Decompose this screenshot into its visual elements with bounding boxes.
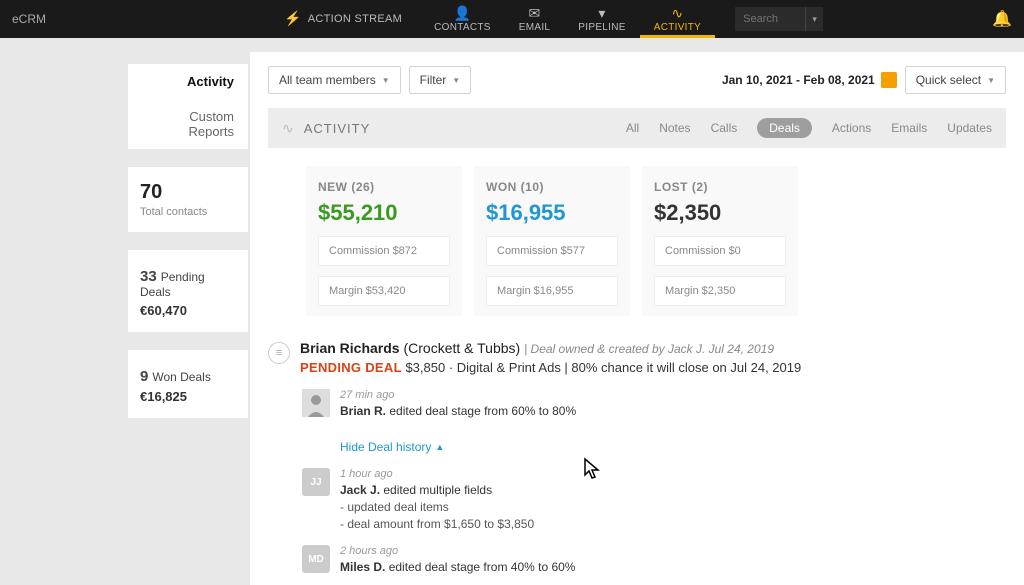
pulse-icon: ∿ — [671, 6, 683, 20]
pill-updates[interactable]: Updates — [947, 121, 992, 135]
bell-icon[interactable]: 🔔 — [992, 9, 1012, 29]
nav-contacts[interactable]: 👤 CONTACTS — [420, 0, 505, 38]
pill-emails[interactable]: Emails — [891, 121, 927, 135]
bolt-icon: ⚡ — [284, 11, 302, 25]
feed-bullet-icon: ≡ — [268, 342, 290, 364]
tab-custom-reports[interactable]: Custom Reports — [128, 99, 248, 149]
caret-icon: ▼ — [452, 76, 460, 85]
sidebar: Activity Custom Reports 70 Total contact… — [0, 38, 250, 585]
pill-deals[interactable]: Deals — [757, 118, 812, 138]
search-input[interactable] — [735, 7, 805, 31]
nav-activity[interactable]: ∿ ACTIVITY — [640, 0, 715, 38]
pulse-icon: ∿ — [282, 120, 294, 137]
nav-pipeline[interactable]: ▾ PIPELINE — [564, 0, 639, 38]
feed-title: Brian Richards (Crockett & Tubbs) | Deal… — [300, 340, 801, 356]
pill-actions[interactable]: Actions — [832, 121, 871, 135]
stat-won[interactable]: 9Won Deals €16,825 — [128, 350, 248, 418]
filter-pills: All Notes Calls Deals Actions Emails Updates — [626, 118, 992, 138]
deal-card[interactable]: NEW (26)$55,210Commission $872Margin $53… — [306, 166, 462, 316]
deal-card[interactable]: WON (10)$16,955Commission $577Margin $16… — [474, 166, 630, 316]
caret-icon: ▼ — [382, 76, 390, 85]
search: ▾ — [735, 7, 823, 31]
avatar: MD — [302, 545, 330, 573]
hide-history-link[interactable]: Hide Deal history ▲ — [340, 440, 444, 454]
pill-notes[interactable]: Notes — [659, 121, 690, 135]
stat-contacts[interactable]: 70 Total contacts — [128, 167, 248, 232]
brand: eCRM — [12, 12, 46, 26]
nav-action-stream[interactable]: ⚡ ACTION STREAM — [266, 0, 420, 38]
feed-entry: JJ1 hour agoJack J. edited multiple fiel… — [302, 468, 1006, 531]
avatar: JJ — [302, 468, 330, 496]
deal-cards: NEW (26)$55,210Commission $872Margin $53… — [306, 166, 1006, 316]
date-range[interactable]: Jan 10, 2021 - Feb 08, 2021 — [722, 72, 897, 88]
caret-icon: ▼ — [987, 76, 995, 85]
stat-pending[interactable]: 33Pending Deals €60,470 — [128, 250, 248, 332]
calendar-icon — [881, 72, 897, 88]
funnel-icon: ▾ — [598, 6, 605, 20]
activity-feed: ≡ Brian Richards (Crockett & Tubbs) | De… — [268, 340, 1006, 585]
main-nav: ⚡ ACTION STREAM 👤 CONTACTS ✉ EMAIL ▾ PIP… — [266, 0, 715, 38]
feed-status: PENDING DEAL $3,850 · Digital & Print Ad… — [300, 360, 801, 375]
search-dropdown[interactable]: ▾ — [805, 7, 823, 31]
team-selector[interactable]: All team members▼ — [268, 66, 401, 94]
section-header: ∿ ACTIVITY AllNotesCallsDealsActionsEmai… — [268, 108, 1006, 148]
pill-all[interactable]: All — [626, 121, 639, 135]
deal-card[interactable]: LOST (2)$2,350Commission $0Margin $2,350 — [642, 166, 798, 316]
nav-email[interactable]: ✉ EMAIL — [505, 0, 565, 38]
envelope-icon: ✉ — [529, 6, 541, 20]
person-icon: 👤 — [454, 6, 472, 20]
topbar: eCRM ⚡ ACTION STREAM 👤 CONTACTS ✉ EMAIL … — [0, 0, 1024, 38]
feed-entry: 27 min agoBrian R. edited deal stage fro… — [302, 389, 1006, 418]
quick-select[interactable]: Quick select▼ — [905, 66, 1006, 94]
toolbar: All team members▼ Filter▼ Jan 10, 2021 -… — [268, 66, 1006, 94]
sidebar-tabs: Activity Custom Reports — [128, 64, 248, 149]
pill-calls[interactable]: Calls — [711, 121, 738, 135]
tab-activity[interactable]: Activity — [128, 64, 248, 99]
feed-entry: MD2 hours agoMiles D. edited deal stage … — [302, 545, 1006, 574]
filter-button[interactable]: Filter▼ — [409, 66, 472, 94]
main: All team members▼ Filter▼ Jan 10, 2021 -… — [250, 52, 1024, 585]
avatar — [302, 389, 330, 417]
